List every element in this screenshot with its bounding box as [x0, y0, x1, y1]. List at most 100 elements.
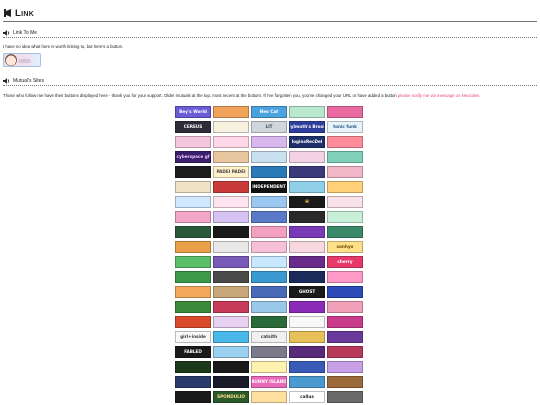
- mutual-site-button[interactable]: [213, 361, 249, 373]
- mutual-site-button[interactable]: LIT: [251, 121, 287, 133]
- mutual-site-button[interactable]: [327, 151, 363, 163]
- mutual-site-button[interactable]: [213, 271, 249, 283]
- mutual-site-button[interactable]: [251, 151, 287, 163]
- mutual-site-button[interactable]: Sylmoth's Brook: [289, 121, 325, 133]
- mutual-site-button[interactable]: [327, 226, 363, 238]
- mutual-site-button[interactable]: [327, 166, 363, 178]
- callus-link-button[interactable]: callus: [3, 53, 41, 67]
- mutual-site-button[interactable]: H: [289, 196, 325, 208]
- mutual-site-button[interactable]: [213, 151, 249, 163]
- mutual-site-button[interactable]: [251, 346, 287, 358]
- mutual-site-button[interactable]: [213, 286, 249, 298]
- mutual-site-button[interactable]: [327, 391, 363, 403]
- mutual-site-button[interactable]: [251, 226, 287, 238]
- mutual-site-button[interactable]: [289, 181, 325, 193]
- mutual-site-button[interactable]: [251, 241, 287, 253]
- mutual-site-button[interactable]: [327, 346, 363, 358]
- mutual-site-button[interactable]: [213, 136, 249, 148]
- mutual-site-button[interactable]: [213, 181, 249, 193]
- mutual-site-button[interactable]: catsith: [251, 331, 287, 343]
- mutual-site-button[interactable]: [175, 376, 211, 388]
- mutual-site-button[interactable]: [289, 151, 325, 163]
- mutual-site-button[interactable]: [289, 256, 325, 268]
- mutual-site-button[interactable]: [213, 331, 249, 343]
- mutual-site-button[interactable]: [175, 211, 211, 223]
- mutual-site-button[interactable]: [327, 181, 363, 193]
- mutual-site-button[interactable]: [213, 226, 249, 238]
- mutual-site-button[interactable]: [327, 331, 363, 343]
- mutual-site-button[interactable]: [213, 346, 249, 358]
- mutual-site-button[interactable]: cyberspace gf: [175, 151, 211, 163]
- mutual-site-button[interactable]: [175, 166, 211, 178]
- mutual-site-button[interactable]: [289, 331, 325, 343]
- mutual-site-button[interactable]: [289, 301, 325, 313]
- mutual-site-button[interactable]: [289, 241, 325, 253]
- mutual-site-button[interactable]: [175, 136, 211, 148]
- mutual-site-button[interactable]: loginsRecDel: [289, 136, 325, 148]
- mutual-site-button[interactable]: [327, 136, 363, 148]
- mutual-site-button[interactable]: [213, 121, 249, 133]
- mutual-site-button[interactable]: [327, 196, 363, 208]
- mutual-site-button[interactable]: [327, 316, 363, 328]
- mutual-site-button[interactable]: [175, 301, 211, 313]
- mutual-site-button[interactable]: [289, 361, 325, 373]
- mutual-site-button[interactable]: [251, 196, 287, 208]
- mutual-site-button[interactable]: PADEI PADEI: [213, 166, 249, 178]
- mutual-site-button[interactable]: Neo Cat: [251, 106, 287, 118]
- mutual-site-button[interactable]: [213, 376, 249, 388]
- mutual-site-button[interactable]: [327, 376, 363, 388]
- mutual-site-button[interactable]: [289, 211, 325, 223]
- mutual-site-button[interactable]: cherry: [327, 256, 363, 268]
- mutual-site-button[interactable]: [175, 316, 211, 328]
- mutual-site-button[interactable]: [175, 271, 211, 283]
- mutual-site-button[interactable]: [251, 316, 287, 328]
- mutual-site-button[interactable]: [327, 301, 363, 313]
- mutual-site-button[interactable]: [251, 136, 287, 148]
- mutual-site-button[interactable]: [327, 271, 363, 283]
- mutual-site-button[interactable]: girl+inside: [175, 331, 211, 343]
- mutual-site-button[interactable]: SPONDULIO: [213, 391, 249, 403]
- mutual-site-button[interactable]: sanhyo: [327, 241, 363, 253]
- mutual-site-button[interactable]: [213, 106, 249, 118]
- mutual-site-button[interactable]: [213, 301, 249, 313]
- mutual-site-button[interactable]: [175, 181, 211, 193]
- mutual-site-button[interactable]: [175, 256, 211, 268]
- mutual-site-button[interactable]: callus: [289, 391, 325, 403]
- mutual-site-button[interactable]: [251, 256, 287, 268]
- mutual-site-button[interactable]: [327, 106, 363, 118]
- mutual-site-button[interactable]: [289, 226, 325, 238]
- mutual-site-button[interactable]: Bey's World: [175, 106, 211, 118]
- mutual-site-button[interactable]: [251, 211, 287, 223]
- mutual-site-button[interactable]: [175, 361, 211, 373]
- mutual-site-button[interactable]: [289, 166, 325, 178]
- mutual-site-button[interactable]: [327, 361, 363, 373]
- mutual-site-button[interactable]: [327, 211, 363, 223]
- mutual-site-button[interactable]: [175, 196, 211, 208]
- mutual-site-button[interactable]: [289, 271, 325, 283]
- mutual-site-button[interactable]: [251, 301, 287, 313]
- mutual-site-button[interactable]: [175, 286, 211, 298]
- mutual-site-button[interactable]: [213, 256, 249, 268]
- mutual-site-button[interactable]: [289, 316, 325, 328]
- mutual-site-button[interactable]: tonic funk: [327, 121, 363, 133]
- mutual-site-button[interactable]: CEREUS: [175, 121, 211, 133]
- mutual-site-button[interactable]: [213, 211, 249, 223]
- mutual-site-button[interactable]: [175, 226, 211, 238]
- mutual-site-button[interactable]: [327, 286, 363, 298]
- mutual-site-button[interactable]: [251, 361, 287, 373]
- mutual-site-button[interactable]: [289, 346, 325, 358]
- mutual-site-button[interactable]: [289, 376, 325, 388]
- mutual-site-button[interactable]: [251, 391, 287, 403]
- mutual-site-button[interactable]: INDEPENDENT: [251, 181, 287, 193]
- mutual-site-button[interactable]: [213, 241, 249, 253]
- mutual-site-button[interactable]: BUNNY ISLAND: [251, 376, 287, 388]
- mutual-site-button[interactable]: [289, 106, 325, 118]
- mutual-site-button[interactable]: [251, 271, 287, 283]
- mutual-site-button[interactable]: [213, 316, 249, 328]
- notify-link[interactable]: please notify me via message on Neocitie…: [398, 93, 481, 98]
- mutual-site-button[interactable]: FABLED: [175, 346, 211, 358]
- mutual-site-button[interactable]: GHOST: [289, 286, 325, 298]
- mutual-site-button[interactable]: [213, 196, 249, 208]
- mutual-site-button[interactable]: [175, 241, 211, 253]
- mutual-site-button[interactable]: [175, 391, 211, 403]
